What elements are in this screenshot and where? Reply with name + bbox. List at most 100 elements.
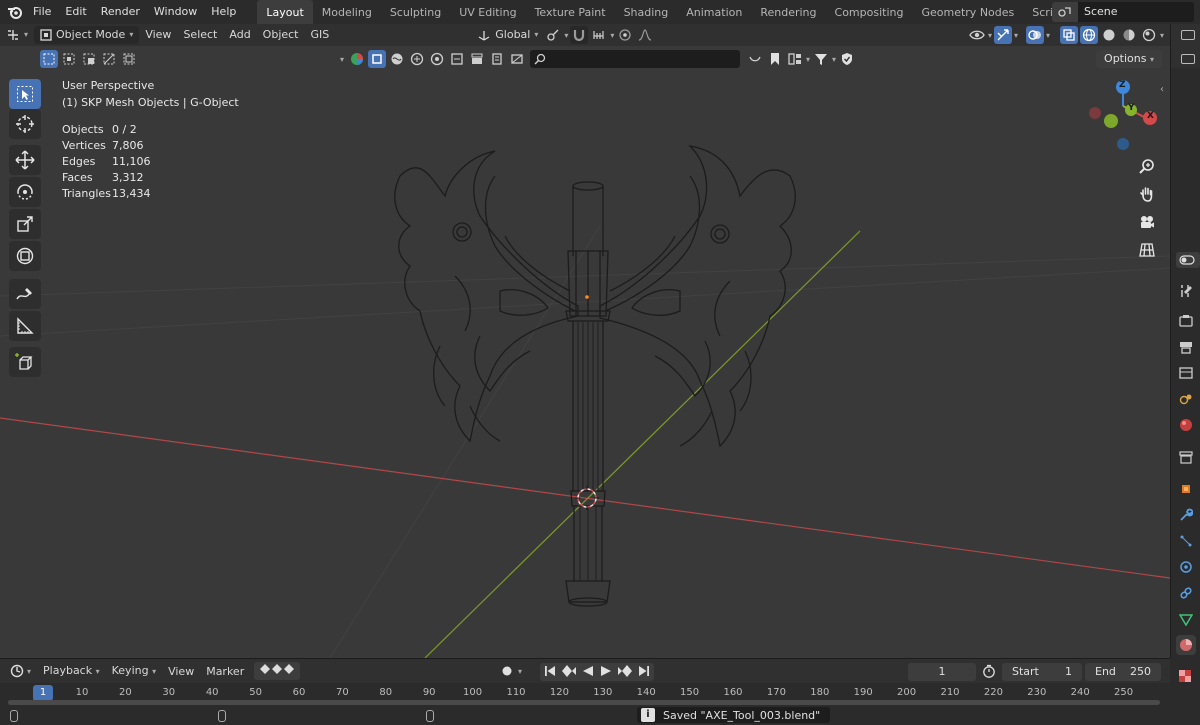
filter-funnel-icon[interactable] [812, 50, 830, 68]
rotate-tool[interactable] [9, 177, 41, 207]
display-mode-icon[interactable] [786, 50, 804, 68]
add-cube-tool[interactable] [9, 347, 41, 377]
end-frame-field[interactable]: End 250 [1085, 663, 1161, 681]
menu-timeline-view[interactable]: View [162, 659, 200, 684]
jump-keyframe-back-icon[interactable] [562, 664, 576, 680]
current-frame-field[interactable]: 1 [908, 663, 976, 681]
properties-header-toggle[interactable] [1176, 252, 1200, 268]
select-subtract-icon[interactable] [80, 50, 98, 68]
jump-keyframe-forward-icon[interactable] [618, 664, 632, 680]
tab-geometry-nodes[interactable]: Geometry Nodes [912, 0, 1023, 24]
color-wheel-icon[interactable] [348, 50, 366, 68]
measure-tool[interactable] [9, 311, 41, 341]
keyframe-type-button[interactable] [254, 662, 301, 680]
material-preview-icon[interactable] [1120, 26, 1138, 44]
search-input[interactable] [530, 50, 741, 68]
menu-playback[interactable]: Playback ▾ [37, 658, 106, 684]
transform-orientation-dropdown[interactable]: Global ▾ [471, 26, 544, 44]
outliner-view-icon[interactable] [1181, 54, 1195, 64]
wireframe-shading-icon[interactable] [1079, 26, 1098, 44]
tab-animation[interactable]: Animation [677, 0, 751, 24]
move-tool[interactable] [9, 145, 41, 175]
tab-layout[interactable]: Layout [257, 0, 313, 24]
filter-camera-icon[interactable] [508, 50, 526, 68]
cursor-tool[interactable] [9, 109, 41, 139]
rendered-shading-icon[interactable] [1140, 26, 1158, 44]
select-new-icon[interactable] [40, 50, 58, 68]
stopwatch-icon[interactable] [982, 664, 996, 681]
filter-light-icon[interactable] [488, 50, 506, 68]
pivot-point-icon[interactable] [544, 26, 562, 44]
falloff-curve-icon[interactable] [636, 26, 654, 44]
tab-modeling[interactable]: Modeling [313, 0, 381, 24]
scene-name-field[interactable]: Scene [1078, 2, 1194, 22]
proportional-editing-icon[interactable] [616, 26, 634, 44]
menu-object[interactable]: Object [257, 26, 305, 44]
collection-properties-icon[interactable] [1176, 447, 1196, 467]
select-extend-icon[interactable] [60, 50, 78, 68]
visibility-eye-icon[interactable] [968, 26, 986, 44]
options-dropdown[interactable]: Options ▾ [1096, 50, 1162, 68]
bookmark-icon[interactable] [766, 50, 784, 68]
outliner-filter-icon[interactable] [1181, 30, 1195, 40]
menu-window[interactable]: Window [147, 0, 204, 24]
select-intersect-icon[interactable] [120, 50, 138, 68]
tab-compositing[interactable]: Compositing [826, 0, 913, 24]
sidebar-toggle-icon[interactable]: ‹ [1160, 84, 1164, 95]
filter-meta-icon[interactable] [428, 50, 446, 68]
filter-empty-icon[interactable] [468, 50, 486, 68]
render-properties-icon[interactable] [1176, 311, 1196, 331]
output-properties-icon[interactable] [1176, 337, 1196, 357]
object-properties-icon[interactable] [1176, 479, 1196, 499]
tab-shading[interactable]: Shading [615, 0, 678, 24]
texture-properties-icon[interactable] [1175, 666, 1195, 686]
record-button[interactable] [500, 664, 514, 678]
scene-properties-icon[interactable] [1176, 389, 1196, 409]
annotate-tool[interactable] [9, 279, 41, 309]
scene-icon[interactable] [1052, 2, 1078, 22]
menu-select[interactable]: Select [177, 26, 223, 44]
menu-keying[interactable]: Keying ▾ [106, 658, 162, 684]
select-invert-icon[interactable] [100, 50, 118, 68]
filter-surface-icon[interactable] [408, 50, 426, 68]
physics-icon[interactable] [1176, 557, 1196, 577]
tab-sculpting[interactable]: Sculpting [381, 0, 450, 24]
menu-edit[interactable]: Edit [58, 0, 93, 24]
modifier-wrench-icon[interactable] [1176, 505, 1196, 525]
transform-tool[interactable] [9, 241, 41, 271]
menu-view[interactable]: View [139, 26, 177, 44]
perspective-toggle-button[interactable] [1136, 239, 1158, 261]
playhead-frame-indicator[interactable]: 1 [33, 685, 53, 701]
tab-rendering[interactable]: Rendering [751, 0, 825, 24]
start-frame-field[interactable]: Start 1 [1002, 663, 1082, 681]
tool-settings-icon[interactable] [1176, 281, 1196, 301]
material-properties-icon[interactable] [1176, 635, 1196, 655]
menu-file[interactable]: File [26, 0, 58, 24]
snap-increment-icon[interactable] [590, 26, 608, 44]
jump-end-icon[interactable] [638, 665, 650, 680]
select-box-tool[interactable] [9, 79, 41, 109]
mode-selector[interactable]: Object Mode ▾ [34, 26, 140, 44]
shield-icon[interactable] [838, 50, 856, 68]
pan-button[interactable] [1136, 183, 1158, 205]
solid-shading-icon[interactable] [1100, 26, 1118, 44]
filter-curve-icon[interactable] [388, 50, 406, 68]
scene-selector[interactable]: Scene [1052, 2, 1194, 22]
zoom-button[interactable] [1136, 155, 1158, 177]
menu-add[interactable]: Add [223, 26, 256, 44]
xray-toggle-icon[interactable] [1059, 26, 1078, 44]
restrict-toggle-icon[interactable] [746, 50, 764, 68]
view-layer-properties-icon[interactable] [1176, 363, 1196, 383]
menu-gis[interactable]: GIS [305, 26, 336, 44]
play-reverse-icon[interactable] [582, 665, 594, 680]
play-icon[interactable] [600, 665, 612, 680]
menu-render[interactable]: Render [94, 0, 147, 24]
snap-magnet-icon[interactable] [570, 26, 589, 44]
overlays-toggle-icon[interactable] [1025, 26, 1044, 44]
menu-help[interactable]: Help [204, 0, 243, 24]
filter-mesh-icon[interactable] [368, 50, 387, 68]
menu-marker[interactable]: Marker [200, 659, 250, 684]
jump-start-icon[interactable] [544, 665, 556, 680]
timeline-editor-type[interactable]: ▾ [0, 659, 37, 684]
scale-tool[interactable] [9, 209, 41, 239]
